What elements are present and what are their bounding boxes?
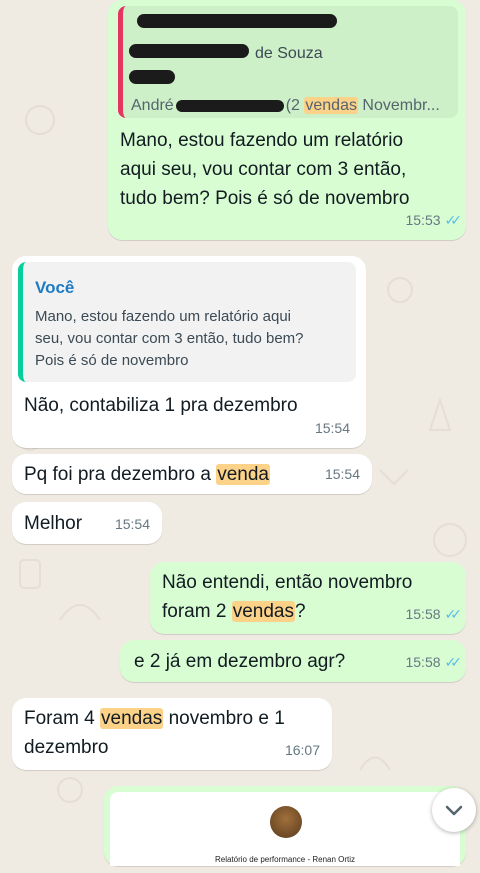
- quoted-message[interactable]: Você Mano, estou fazendo um relatório aq…: [18, 262, 356, 382]
- document-title: Relatório de performance - Renan Ortiz: [214, 855, 356, 864]
- message-time: 15:58 ✓✓: [405, 606, 463, 622]
- message-text: Não entendi, então novembro foram 2 vend…: [162, 572, 413, 622]
- quoted-message[interactable]: de Souza André (2 vendas Novembr...: [118, 6, 458, 118]
- message-text: e 2 já em dezembro agr?: [134, 651, 346, 672]
- message-bubble-outgoing-report[interactable]: de Souza André (2 vendas Novembr... Mano,…: [108, 0, 466, 240]
- message-time: 15:53 ✓✓: [405, 212, 463, 228]
- message-text: Foram 4 vendas novembro e 1 dezembro: [24, 708, 285, 758]
- double-check-icon: ✓✓: [444, 606, 463, 622]
- message-bubble-incoming[interactable]: Melhor 15:54: [12, 502, 162, 544]
- quoted-line-1: de Souza: [255, 45, 323, 62]
- scroll-down-button[interactable]: [432, 788, 476, 832]
- message-time: 15:54: [314, 420, 350, 436]
- double-check-icon: ✓✓: [444, 654, 463, 670]
- message-bubble-incoming[interactable]: Foram 4 vendas novembro e 1 dezembro 16:…: [12, 698, 332, 770]
- avatar: [270, 806, 302, 838]
- redacted-name: [137, 14, 337, 28]
- message-time: 15:54: [114, 516, 150, 532]
- redacted-text: [129, 44, 249, 58]
- message-time: 16:07: [284, 742, 320, 758]
- quoted-text: Mano, estou fazendo um relatório aqui se…: [35, 308, 304, 369]
- message-bubble-outgoing[interactable]: Não entendi, então novembro foram 2 vend…: [150, 562, 466, 634]
- message-time: 15:54: [324, 466, 360, 482]
- message-time: 15:58 ✓✓: [405, 654, 463, 670]
- message-text: Melhor: [24, 513, 83, 534]
- message-bubble-incoming-reply[interactable]: Você Mano, estou fazendo um relatório aq…: [12, 256, 366, 448]
- document-preview[interactable]: Relatório de performance - Renan Ortiz: [110, 792, 460, 866]
- message-bubble-outgoing[interactable]: e 2 já em dezembro agr? 15:58 ✓✓: [120, 640, 466, 682]
- quoted-line-2: André (2 vendas Novembr...: [131, 97, 440, 114]
- message-bubble-document[interactable]: Relatório de performance - Renan Ortiz: [104, 786, 466, 866]
- message-text: Mano, estou fazendo um relatório aqui se…: [120, 130, 410, 209]
- chevron-down-icon: [445, 805, 463, 816]
- message-text: Não, contabiliza 1 pra dezembro: [24, 395, 298, 416]
- quoted-author: Você: [35, 278, 75, 297]
- message-bubble-incoming[interactable]: Pq foi pra dezembro a venda 15:54: [12, 454, 372, 494]
- redacted-text-2: [129, 70, 175, 84]
- double-check-icon: ✓✓: [444, 212, 463, 228]
- message-text: Pq foi pra dezembro a venda: [24, 464, 270, 485]
